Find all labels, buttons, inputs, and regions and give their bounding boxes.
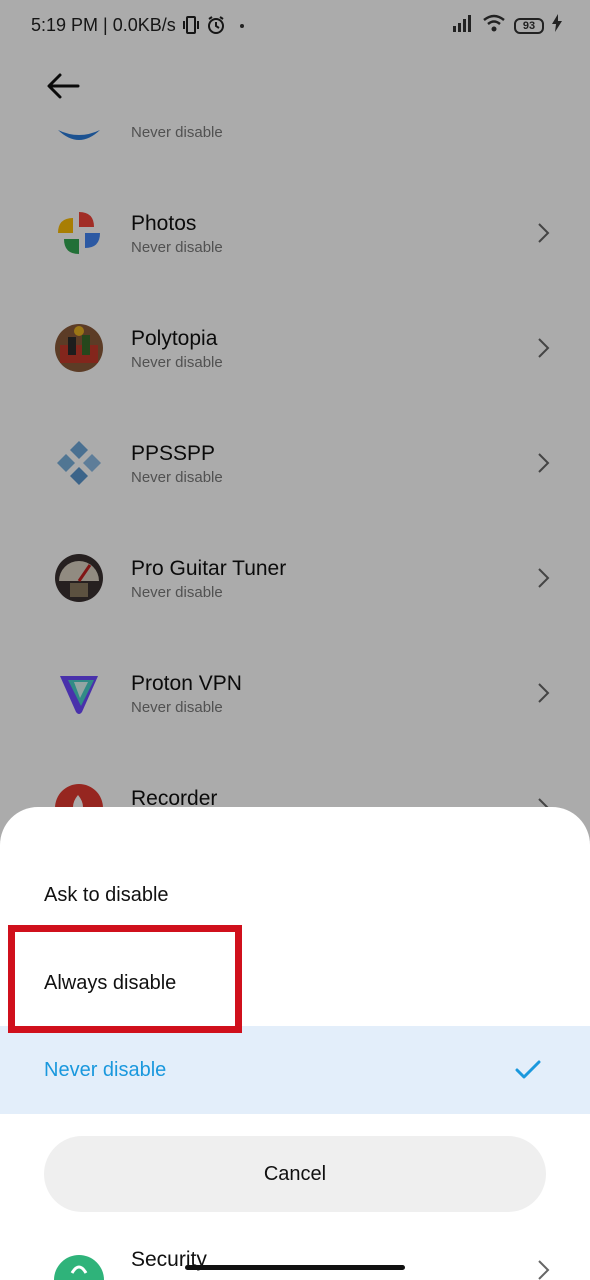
home-indicator[interactable] (185, 1265, 405, 1270)
option-never-disable[interactable]: Never disable (0, 1026, 590, 1114)
security-icon (54, 1253, 104, 1280)
checkmark-icon (515, 1059, 541, 1081)
option-always-disable[interactable]: Always disable (0, 939, 590, 1027)
app-row-security[interactable]: Security (0, 1245, 590, 1280)
chevron-right-icon (536, 1259, 550, 1280)
cancel-button[interactable]: Cancel (44, 1136, 546, 1212)
option-label: Always disable (44, 972, 177, 994)
option-label: Never disable (44, 1059, 167, 1081)
option-ask-to-disable[interactable]: Ask to disable (0, 851, 590, 939)
option-label: Ask to disable (44, 884, 169, 906)
screen: 5:19 PM | 0.0KB/s 93 Never disable Photo… (0, 0, 590, 1280)
